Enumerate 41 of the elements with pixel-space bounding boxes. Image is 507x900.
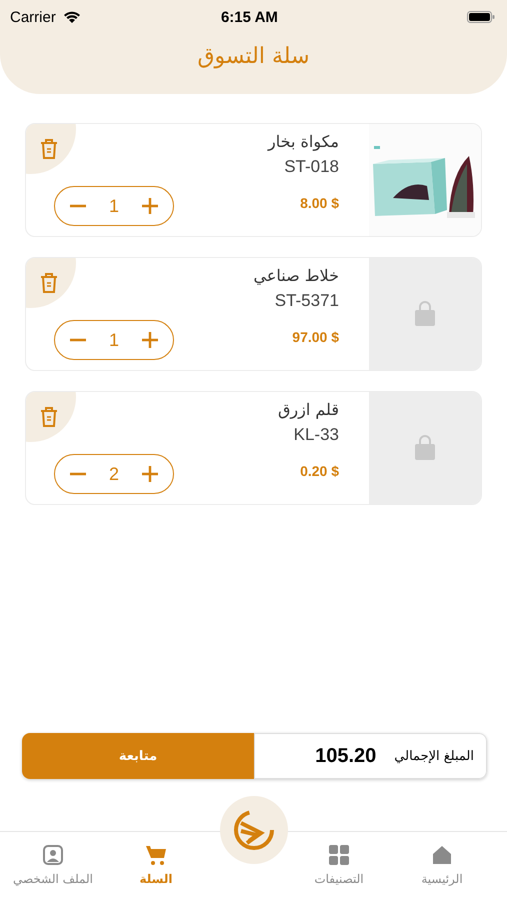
tab-item[interactable]: السلة (111, 844, 201, 886)
tab-item[interactable]: الرئيسية (397, 844, 487, 886)
quantity-value: 1 (108, 330, 119, 350)
tab-label: السلة (139, 872, 172, 886)
trash-icon[interactable] (40, 272, 58, 294)
product-price: 97.00 $ (292, 329, 339, 345)
shopping-bag-icon (414, 301, 436, 327)
home-icon (431, 844, 453, 866)
total-label: المبلغ الإجمالي (394, 748, 474, 764)
continue-button[interactable]: متابعة (22, 733, 254, 779)
logo-icon (233, 809, 275, 851)
quantity-value: 2 (108, 464, 119, 484)
product-price: 0.20 $ (300, 463, 339, 479)
plus-icon[interactable] (140, 465, 159, 483)
page-title: سلة التسوق (196, 44, 311, 69)
trash-icon[interactable] (40, 138, 58, 160)
grid-icon (328, 844, 350, 866)
wifi-icon (62, 10, 82, 24)
product-name: قلم ازرق (278, 400, 339, 419)
quantity-value: 1 (108, 196, 119, 216)
cart-icon (145, 844, 167, 866)
trash-icon[interactable] (40, 406, 58, 428)
tab-label: الملف الشخصي (13, 872, 93, 886)
shopping-bag-icon (414, 435, 436, 461)
profile-icon (42, 844, 64, 866)
product-name: مكواة بخار (268, 132, 339, 151)
plus-icon[interactable] (140, 197, 159, 215)
product-code: ST-018 (284, 157, 339, 177)
battery-icon (467, 11, 495, 23)
total-amount: 105.20 (315, 744, 376, 768)
carrier-label: Carrier (10, 8, 56, 26)
tab-item[interactable]: التصنيفات (294, 844, 384, 886)
clock-time: 6:15 AM (220, 8, 279, 26)
product-price: 8.00 $ (300, 195, 339, 211)
product-name: خلاط صناعي (254, 266, 339, 285)
product-code: ST-5371 (274, 291, 339, 311)
plus-icon[interactable] (140, 331, 159, 349)
product-code: KL-33 (294, 425, 339, 445)
tab-label: الرئيسية (421, 872, 463, 886)
tab-label: التصنيفات (314, 872, 364, 886)
tab-item[interactable]: الملف الشخصي (8, 844, 98, 886)
